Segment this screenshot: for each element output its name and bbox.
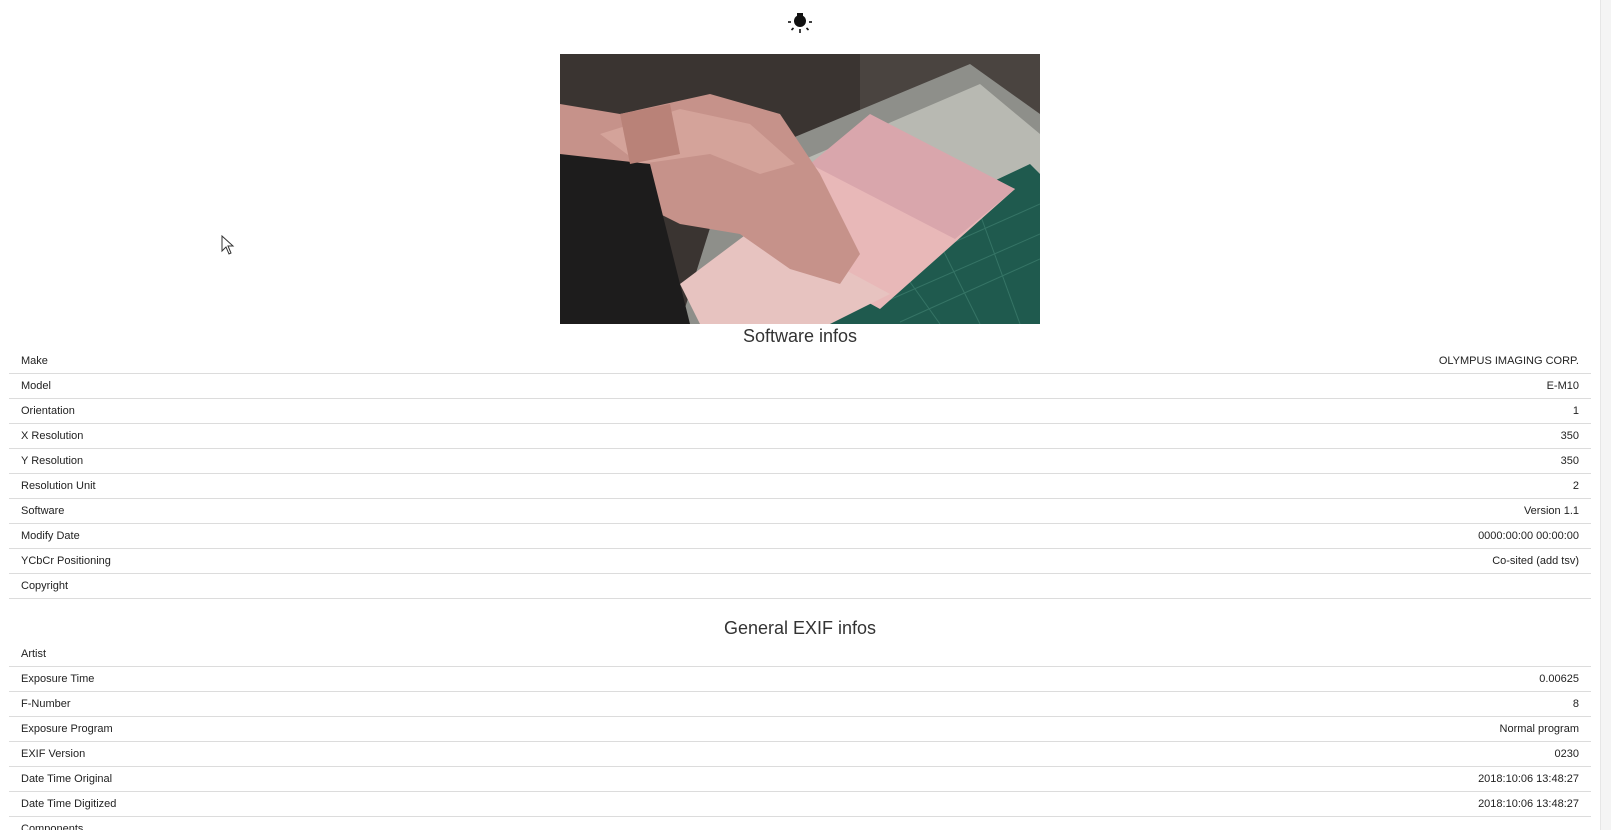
table-row: Artist [9,642,1591,667]
table-row: Components [9,816,1591,830]
table-row: Exposure Program Normal program [9,716,1591,742]
software-infos-table: Make OLYMPUS IMAGING CORP. Model E-M10 O… [9,349,1591,599]
row-value: 350 [656,448,1591,474]
row-label: Date Time Original [9,766,782,792]
table-row: Modify Date 0000:00:00 00:00:00 [9,523,1591,549]
row-value: Co-sited (add tsv) [656,548,1591,574]
row-value: 2 [656,473,1591,499]
table-row: Exposure Time 0.00625 [9,666,1591,692]
row-label: Components [9,816,782,830]
row-value: 0.00625 [781,666,1591,692]
row-label: Software [9,498,657,524]
row-value: E-M10 [656,373,1591,399]
row-label: Make [9,349,657,374]
row-label: F-Number [9,691,782,717]
row-label: Artist [9,642,782,667]
row-value: 0000:00:00 00:00:00 [656,523,1591,549]
table-row: EXIF Version 0230 [9,741,1591,767]
table-row: Software Version 1.1 [9,498,1591,524]
photo-preview [560,54,1040,324]
row-label: Resolution Unit [9,473,657,499]
row-value: Version 1.1 [656,498,1591,524]
table-row: Orientation 1 [9,398,1591,424]
row-value [781,816,1591,830]
vertical-scrollbar[interactable] [1600,0,1611,830]
row-label: Model [9,373,657,399]
row-label: Exposure Time [9,666,782,692]
row-label: X Resolution [9,423,657,449]
row-value: 2018:10:06 13:48:27 [781,766,1591,792]
row-value: 350 [656,423,1591,449]
passport-scanner-photo [560,54,1040,324]
software-infos-title: Software infos [742,326,858,346]
table-row: Model E-M10 [9,373,1591,399]
table-row: Y Resolution 350 [9,448,1591,474]
exif-viewer-page: Software infos Make OLYMPUS IMAGING CORP… [0,0,1611,830]
row-label: Exposure Program [9,716,782,742]
row-label: Copyright [9,573,657,599]
table-row: F-Number 8 [9,691,1591,717]
row-value: 0230 [781,741,1591,767]
row-value [656,573,1591,599]
table-row: Copyright [9,573,1591,599]
row-label: EXIF Version [9,741,782,767]
row-value [781,642,1591,667]
row-value: 1 [656,398,1591,424]
table-row: X Resolution 350 [9,423,1591,449]
table-row: Date Time Digitized 2018:10:06 13:48:27 [9,791,1591,817]
table-row: Date Time Original 2018:10:06 13:48:27 [9,766,1591,792]
row-value: Normal program [781,716,1591,742]
lightbulb-icon [788,13,812,33]
row-label: Modify Date [9,523,657,549]
table-row: Resolution Unit 2 [9,473,1591,499]
row-value: 8 [781,691,1591,717]
row-value: OLYMPUS IMAGING CORP. [656,349,1591,374]
row-label: Y Resolution [9,448,657,474]
row-value: 2018:10:06 13:48:27 [781,791,1591,817]
row-label: Orientation [9,398,657,424]
mouse-cursor-icon [221,235,235,255]
table-row: Make OLYMPUS IMAGING CORP. [9,349,1591,374]
theme-toggle-button[interactable] [786,8,814,36]
table-row: YCbCr Positioning Co-sited (add tsv) [9,548,1591,574]
general-exif-infos-table: Artist Exposure Time 0.00625 F-Number 8 … [9,642,1591,830]
row-label: YCbCr Positioning [9,548,657,574]
general-exif-infos-title: General EXIF infos [723,618,877,638]
row-label: Date Time Digitized [9,791,782,817]
